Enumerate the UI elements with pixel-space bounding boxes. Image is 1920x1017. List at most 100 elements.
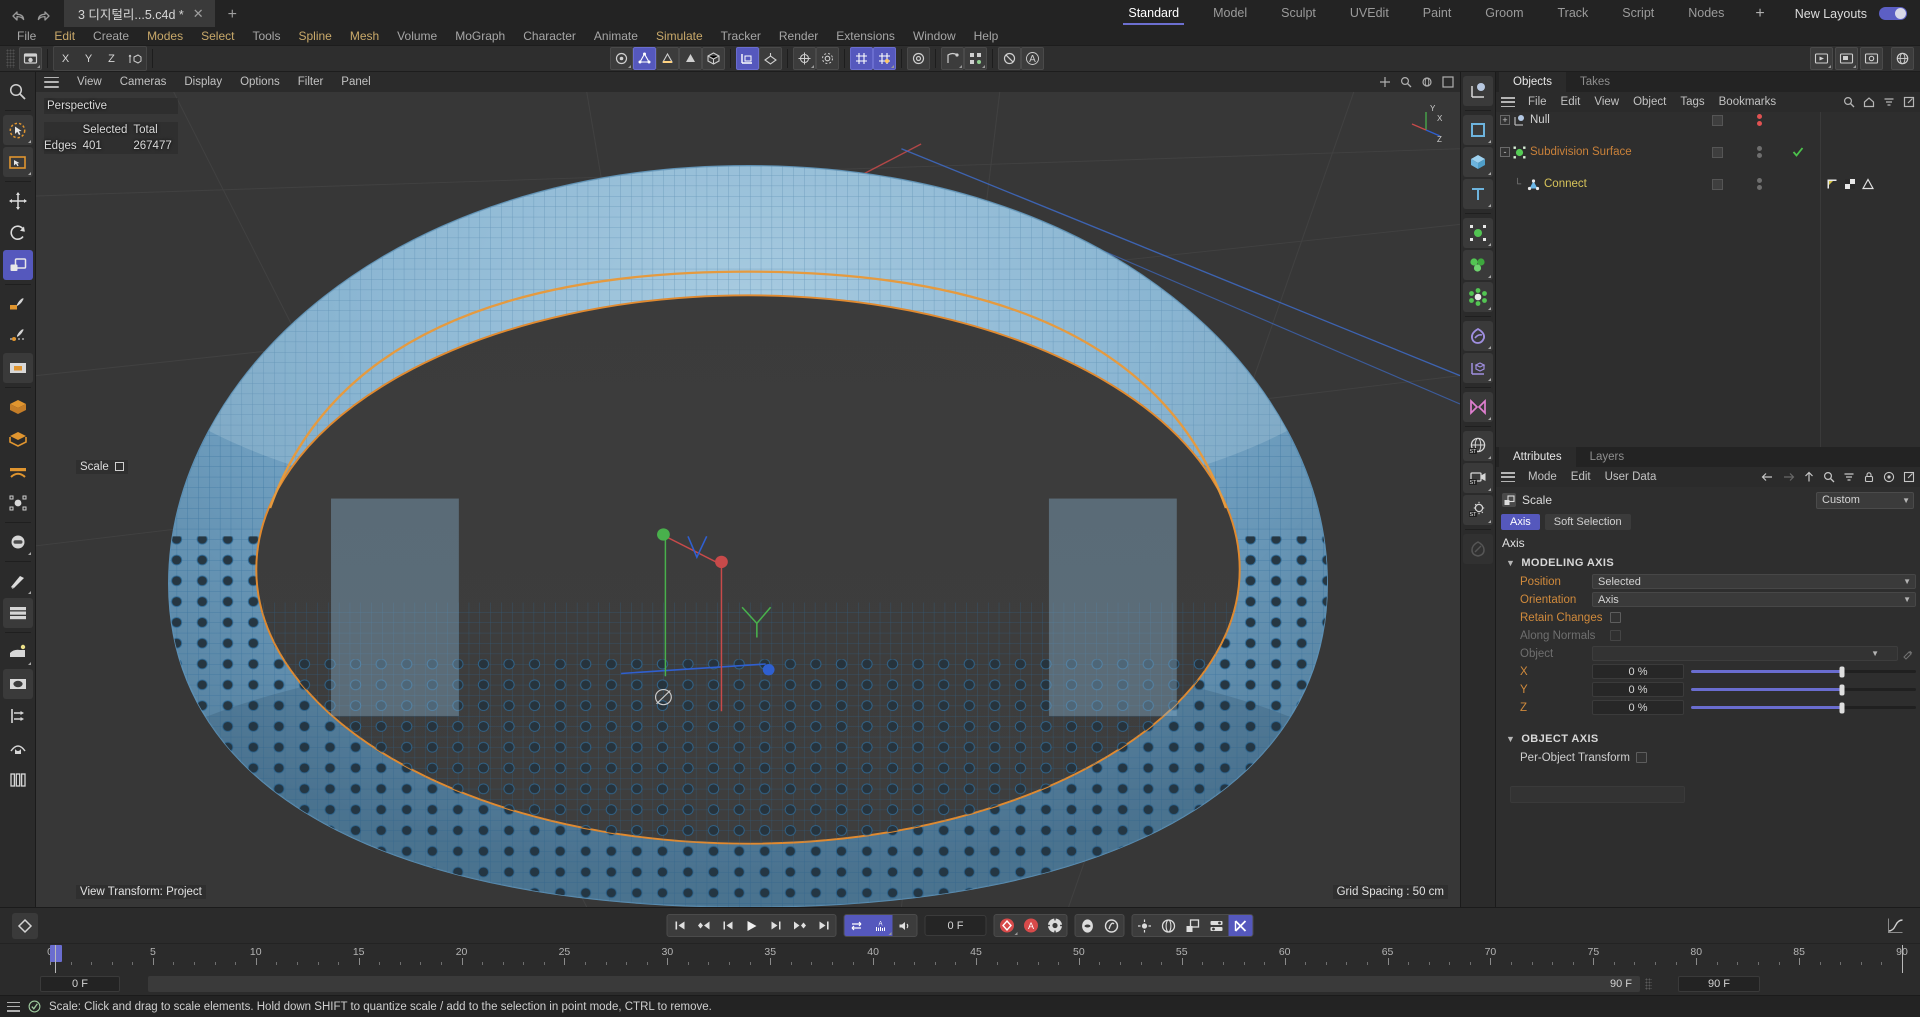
group-header[interactable]: ▼ MODELING AXIS [1506,554,1920,573]
x-slider[interactable] [1691,664,1916,679]
snap-icon[interactable] [850,47,873,70]
slider-knob[interactable] [1839,666,1845,677]
move-tool[interactable] [3,186,33,216]
loop-cut-tool[interactable] [2,598,33,628]
am-menu-edit[interactable]: Edit [1564,467,1598,487]
rectangle-selection-tool[interactable] [2,147,33,177]
layout-tool[interactable] [3,765,33,795]
along-normals-checkbox[interactable] [1610,630,1621,641]
viewport-menu-filter[interactable]: Filter [289,72,333,92]
menu-mesh[interactable]: Mesh [341,27,388,45]
layout-tab-uvedit[interactable]: UVEdit [1333,0,1406,27]
object-tags[interactable] [1826,178,1874,190]
layout-tab-paint[interactable]: Paint [1406,0,1469,27]
start-frame-field[interactable]: 0 F [40,976,120,992]
viewport-axis-gizmo[interactable]: Y X Z [1406,102,1446,148]
quantize-icon[interactable] [873,47,896,70]
play-button[interactable] [740,915,764,936]
knife-tool[interactable] [3,566,33,596]
next-key-button[interactable] [788,915,812,936]
enable-axis-icon[interactable] [793,47,816,70]
object-name[interactable]: Connect [1544,178,1587,190]
point-level-animation-button[interactable] [1076,915,1100,936]
retain-changes-checkbox[interactable] [1610,612,1621,623]
keyframe-selection-button[interactable] [1043,915,1067,936]
position-dropdown[interactable]: Selected ▼ [1592,574,1916,589]
texture-tag-icon[interactable] [1844,178,1856,190]
object-name[interactable]: Subdivision Surface [1530,146,1632,158]
visibility-dot-column[interactable] [1712,146,1723,158]
point-mode-icon[interactable] [633,47,656,70]
rotation-key-button[interactable] [1157,915,1181,936]
z-slider[interactable] [1691,700,1916,715]
menu-extensions[interactable]: Extensions [827,27,904,45]
phong-tag-icon[interactable] [1826,178,1838,190]
mograph-effector-icon[interactable] [1463,250,1493,280]
render-view-button[interactable] [1810,47,1833,70]
add-layout-button[interactable]: + [1741,5,1778,23]
home-icon[interactable] [1863,96,1875,108]
y-value-field[interactable]: 0 % [1592,682,1684,697]
rotate-tool[interactable] [3,218,33,248]
viewport-menu-options[interactable]: Options [231,72,289,92]
inner-extrude-tool[interactable] [3,424,33,454]
scale-key-button[interactable] [1181,915,1205,936]
expand-toggle[interactable]: + [1500,115,1510,125]
live-selection-tool[interactable] [2,115,33,145]
hamburger-icon[interactable] [1501,472,1515,482]
new-document-button[interactable]: + [215,7,248,27]
timeline-ruler[interactable]: 051015202530354045505560657075808590 [0,943,1920,973]
curve-editor-icon[interactable] [1882,913,1908,939]
sculpt-tool[interactable] [3,733,33,763]
render-settings-button[interactable] [1860,47,1883,70]
pan-view-icon[interactable] [1379,76,1391,88]
menu-animate[interactable]: Animate [585,27,647,45]
menu-file[interactable]: File [8,27,45,45]
orientation-dropdown[interactable]: Axis ▼ [1592,592,1916,607]
maximize-view-icon[interactable] [1442,76,1454,88]
deformer-icon[interactable] [941,47,964,70]
deformer-bend-icon[interactable] [1463,321,1493,351]
scene-camera-icon[interactable]: ST [1463,463,1493,493]
align-tool[interactable] [3,701,33,731]
visibility-dot-column[interactable] [1712,178,1723,190]
primitive-plane-icon[interactable] [1463,115,1493,145]
layout-tab-nodes[interactable]: Nodes [1671,0,1741,27]
menu-simulate[interactable]: Simulate [647,27,712,45]
rotate-view-icon[interactable] [1421,76,1433,88]
brush-tool[interactable] [3,289,33,319]
scene-environment-icon[interactable]: ST [1463,431,1493,461]
preview-range-bar[interactable]: 90 F [148,976,1640,992]
polygon-mode-icon[interactable] [679,47,702,70]
search-icon[interactable] [1843,96,1855,108]
generator-symmetry-icon[interactable] [1463,392,1493,422]
visibility-dots[interactable] [1757,114,1762,126]
om-menu-file[interactable]: File [1521,92,1554,112]
range-grip[interactable] [1645,978,1652,990]
am-menu-userdata[interactable]: User Data [1598,467,1664,487]
redo-arrow-icon[interactable] [36,9,52,22]
model-mode-icon[interactable] [702,47,725,70]
null-icon[interactable] [998,47,1021,70]
current-frame-field[interactable]: 0 F [924,915,987,936]
menu-render[interactable]: Render [770,27,827,45]
texture-axis-icon[interactable] [736,47,759,70]
primitive-cube-icon[interactable] [1463,147,1493,177]
layout-lock-toggle[interactable] [1879,7,1907,20]
viewport-menu-display[interactable]: Display [175,72,231,92]
subtab-axis[interactable]: Axis [1501,514,1540,530]
detach-icon[interactable] [1903,471,1915,483]
world-object-coordinate-button[interactable] [123,47,146,70]
edge-mode-icon[interactable] [656,47,679,70]
attributes-placeholder-button[interactable] [1510,786,1685,803]
subtab-soft-selection[interactable]: Soft Selection [1544,514,1631,530]
render-view-icon[interactable] [610,47,633,70]
workplane-tool[interactable] [2,353,33,383]
hamburger-icon[interactable] [7,1001,20,1012]
search-tool[interactable] [3,76,33,106]
layout-tab-groom[interactable]: Groom [1468,0,1540,27]
pla-key-button[interactable] [1228,915,1253,936]
om-menu-edit[interactable]: Edit [1554,92,1588,112]
table-row[interactable]: └ Connect [1496,176,1920,192]
layout-tab-sculpt[interactable]: Sculpt [1264,0,1333,27]
